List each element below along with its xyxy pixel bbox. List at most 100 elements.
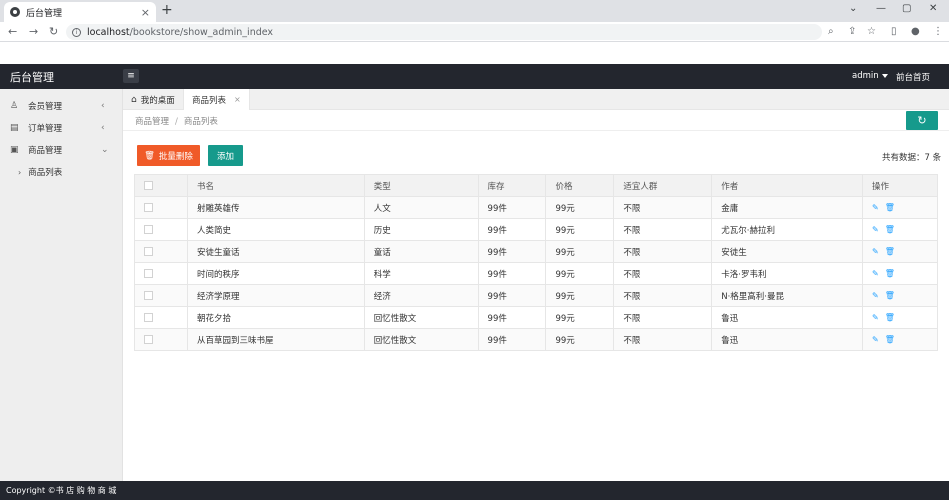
edit-icon[interactable]: ✎ [872, 335, 879, 344]
browser-tab-title: 后台管理 [26, 8, 63, 19]
column-header[interactable]: 作者 [711, 174, 864, 197]
globe-icon [10, 7, 20, 17]
cell-stock: 99件 [477, 240, 547, 263]
sidebar-item-label: 订单管理 [28, 124, 63, 134]
column-header[interactable]: 书名 [186, 174, 365, 197]
share-icon[interactable]: ⇪ [848, 26, 856, 37]
profile-icon[interactable]: ● [911, 26, 920, 37]
cell-name: 朝花夕拾 [186, 306, 365, 329]
cell-type: 人文 [363, 196, 479, 219]
edit-icon[interactable]: ✎ [872, 269, 879, 278]
side-panel-icon[interactable]: ▯ [891, 26, 897, 37]
chevron-down-icon[interactable]: ⌄ [849, 3, 857, 14]
row-checkbox[interactable] [144, 268, 153, 278]
sidebar-item-orders[interactable]: ▤ 订单管理 ‹ [0, 117, 123, 139]
breadcrumb-current: 商品列表 [183, 117, 218, 127]
column-header[interactable]: 类型 [363, 174, 479, 197]
delete-icon[interactable]: 🗑 [885, 291, 895, 300]
front-home-link[interactable]: 前台首页 [896, 71, 930, 83]
cell-author: 金庸 [711, 196, 864, 219]
row-checkbox[interactable] [144, 246, 153, 256]
cell-type: 历史 [363, 218, 479, 241]
cell-audience: 不限 [613, 240, 713, 263]
column-header[interactable]: 价格 [545, 174, 615, 197]
chevron-left-icon: ‹ [101, 101, 105, 111]
restore-button[interactable]: ▢ [902, 3, 911, 14]
row-checkbox[interactable] [144, 290, 153, 300]
row-actions: ✎ 🗑 [862, 240, 938, 263]
refresh-button[interactable]: ↻ [906, 111, 938, 130]
cell-type: 回忆性散文 [363, 306, 479, 329]
footer: Copyright ©书 店 购 物 商 城 [0, 481, 949, 500]
row-actions: ✎ 🗑 [862, 328, 938, 351]
more-icon[interactable]: ⋮ [933, 26, 943, 37]
star-icon[interactable]: ☆ [867, 26, 876, 37]
new-tab-button[interactable]: + [161, 2, 173, 18]
delete-icon[interactable]: 🗑 [885, 269, 895, 278]
menu-toggle-icon[interactable]: ≡ [123, 69, 139, 83]
cell-name: 安徒生童话 [186, 240, 365, 263]
select-all-checkbox[interactable] [144, 180, 153, 190]
cell-price: 99元 [545, 218, 615, 241]
column-header[interactable]: 库存 [477, 174, 547, 197]
row-checkbox[interactable] [144, 202, 153, 212]
tab-close-icon[interactable]: × [141, 6, 150, 19]
cell-stock: 99件 [477, 218, 547, 241]
cell-stock: 99件 [477, 262, 547, 285]
batch-delete-button[interactable]: 🗑 批量删除 [137, 145, 200, 166]
row-select-cell [134, 262, 188, 285]
sidebar-item-goods[interactable]: ▣ 商品管理 ⌄ [0, 139, 123, 161]
delete-icon[interactable]: 🗑 [885, 247, 895, 256]
minimize-button[interactable]: — [876, 3, 886, 14]
delete-icon[interactable]: 🗑 [885, 313, 895, 322]
delete-icon[interactable]: 🗑 [885, 203, 895, 212]
row-actions: ✎ 🗑 [862, 218, 938, 241]
breadcrumb-parent[interactable]: 商品管理 [135, 117, 169, 127]
delete-icon[interactable]: 🗑 [885, 225, 895, 234]
brand-title: 后台管理 [10, 71, 54, 84]
cell-stock: 99件 [477, 328, 547, 351]
user-name: admin [852, 71, 879, 81]
row-checkbox[interactable] [144, 312, 153, 322]
cell-author: 鲁迅 [711, 328, 864, 351]
toolbar: 🗑 批量删除 添加 共有数据：7 条 [123, 131, 949, 173]
edit-icon[interactable]: ✎ [872, 203, 879, 212]
cell-name: 从百草园到三味书屋 [186, 328, 365, 351]
tab-close-icon[interactable]: × [234, 95, 241, 104]
goods-table: 书名 类型 库存 价格 适宜人群 作者 操作 射雕英雄传 人文 99件 99元 不限 金庸… [134, 174, 938, 351]
cell-price: 99元 [545, 262, 615, 285]
window-close-button[interactable]: ✕ [929, 3, 937, 14]
row-checkbox[interactable] [144, 224, 153, 234]
cell-audience: 不限 [613, 262, 713, 285]
tab-my-desktop[interactable]: ⌂ 我的桌面 [123, 89, 183, 110]
chevron-down-icon: ⌄ [101, 145, 109, 155]
site-info-icon[interactable]: i [72, 27, 81, 37]
edit-icon[interactable]: ✎ [872, 313, 879, 322]
cell-author: 尤瓦尔·赫拉利 [711, 218, 864, 241]
browser-tab[interactable]: 后台管理 × [4, 2, 156, 22]
row-checkbox[interactable] [144, 334, 153, 344]
edit-icon[interactable]: ✎ [872, 247, 879, 256]
tab-goods-list[interactable]: 商品列表 × [183, 89, 250, 110]
url-field[interactable]: i localhost/bookstore/show_admin_index [66, 24, 822, 40]
cell-stock: 99件 [477, 306, 547, 329]
sidebar-subitem-goods-list[interactable]: › 商品列表 [0, 161, 123, 183]
forward-icon[interactable]: → [29, 25, 38, 38]
sidebar-item-label: 会员管理 [28, 102, 63, 112]
edit-icon[interactable]: ✎ [872, 225, 879, 234]
column-header[interactable]: 适宜人群 [613, 174, 713, 197]
tab-label: 我的桌面 [140, 95, 175, 106]
back-icon[interactable]: ← [8, 25, 17, 38]
breadcrumb-separator: / [175, 117, 178, 127]
cell-audience: 不限 [613, 196, 713, 219]
admin-header: 后台管理 ≡ admin 前台首页 [0, 64, 949, 89]
add-button[interactable]: 添加 [208, 145, 243, 166]
zoom-icon[interactable]: ⌕ [828, 26, 834, 37]
edit-icon[interactable]: ✎ [872, 291, 879, 300]
delete-icon[interactable]: 🗑 [885, 335, 895, 344]
sidebar-item-members[interactable]: ♙ 会员管理 ‹ [0, 95, 123, 117]
cell-author: 卡洛·罗韦利 [711, 262, 864, 285]
cell-name: 射雕英雄传 [186, 196, 365, 219]
reload-icon[interactable]: ↻ [49, 25, 58, 38]
user-menu[interactable]: admin [852, 71, 888, 81]
